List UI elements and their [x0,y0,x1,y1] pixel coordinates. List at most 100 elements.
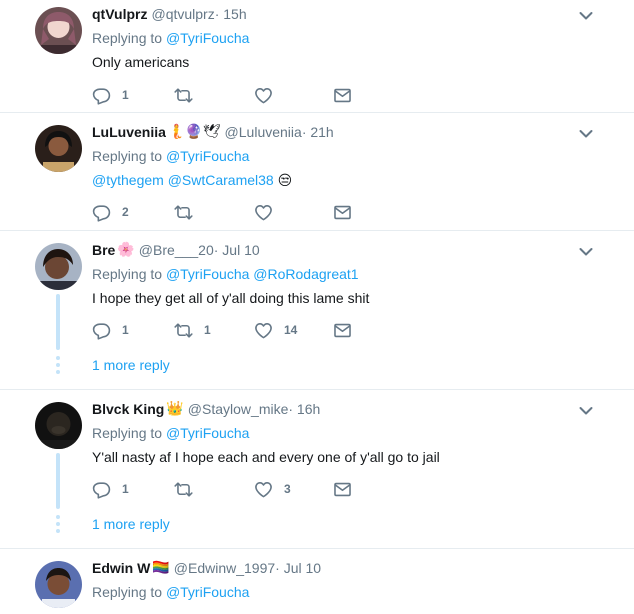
envelope-icon [333,321,352,340]
tweet[interactable]: Blvck King 👑 @Staylow_mike · 16h Replyin… [0,390,634,548]
like-button[interactable] [254,85,284,105]
display-name[interactable]: qtVulprz [92,6,147,22]
user-handle[interactable]: @qtvulprz [151,6,214,22]
tweet-header: Blvck King 👑 @Staylow_mike · 16h [92,400,320,417]
replying-to-link[interactable]: @TyriFoucha [166,425,249,441]
more-replies-link[interactable]: 1 more reply [92,516,170,532]
tweet-text: Y'all nasty af I hope each and every one… [92,449,440,465]
replying-to-link[interactable]: @TyriFoucha [166,148,249,164]
text-emoji: 😒 [277,172,293,188]
name-emoji: 🧜🔮🕊 [167,123,221,139]
timestamp[interactable]: · 15h [215,6,247,22]
thread-line [56,294,60,350]
reply-button[interactable]: 2 [92,202,129,222]
replying-label: Replying to [92,30,163,46]
display-name[interactable]: Edwin W [92,560,150,576]
tweet[interactable]: Bre 🌸 @Bre___20 · Jul 10 Replying to @Ty… [0,231,634,389]
retweet-button[interactable]: 1 [174,320,211,340]
like-button[interactable]: 3 [254,479,291,499]
chevron-down-icon[interactable] [578,244,594,260]
tweet-actions: 1 [92,85,372,105]
chevron-down-icon[interactable] [578,126,594,142]
dm-button[interactable] [333,85,352,105]
heart-icon [254,480,273,499]
like-count: 3 [284,482,291,496]
user-handle[interactable]: @Edwinw_1997 [174,560,275,576]
retweet-icon [174,86,193,105]
chevron-down-icon[interactable] [578,8,594,24]
envelope-icon [333,480,352,499]
reply-count: 1 [122,323,129,337]
avatar[interactable] [35,402,82,449]
replying-label: Replying to [92,584,163,600]
tweet[interactable]: LuLuveniia 🧜🔮🕊 @Luluveniia · 21h Replyin… [0,113,634,230]
user-handle[interactable]: @Staylow_mike [188,401,289,417]
avatar[interactable] [35,243,82,290]
display-name[interactable]: LuLuveniia [92,124,166,140]
avatar[interactable] [35,7,82,54]
thread-dots [56,356,60,377]
like-button[interactable] [254,202,284,222]
tweet-text: I hope they get all of y'all doing this … [92,290,370,306]
retweet-button[interactable] [174,479,204,499]
tweet-header: qtVulprz @qtvulprz · 15h [92,6,247,22]
envelope-icon [333,203,352,222]
retweet-count: 1 [204,323,211,337]
timestamp[interactable]: · Jul 10 [214,242,260,258]
replying-to-link[interactable]: @TyriFoucha [166,30,249,46]
display-name[interactable]: Bre [92,242,115,258]
replying-to-link[interactable]: @TyriFoucha [166,584,249,600]
chevron-down-icon[interactable] [578,403,594,419]
retweet-button[interactable] [174,202,204,222]
user-handle[interactable]: @Bre___20 [139,242,214,258]
thread-line [56,453,60,509]
name-emoji: 👑 [166,400,184,416]
display-name[interactable]: Blvck King [92,401,164,417]
tweet-actions: 1 1 14 [92,320,372,340]
reply-icon [92,321,111,340]
tweet-header: LuLuveniia 🧜🔮🕊 @Luluveniia · 21h [92,123,334,140]
timestamp[interactable]: · 16h [288,401,320,417]
reply-button[interactable]: 1 [92,320,129,340]
reply-count: 1 [122,88,129,102]
replying-to-link[interactable]: @TyriFoucha @RoRodagreat1 [166,266,359,282]
retweet-button[interactable] [174,85,204,105]
tweet-actions: 1 3 [92,479,372,499]
reply-button[interactable]: 1 [92,85,129,105]
dm-button[interactable] [333,202,352,222]
tweet-header: Edwin W 🏳️‍🌈 @Edwinw_1997 · Jul 10 [92,559,321,576]
reply-count: 1 [122,482,129,496]
reply-icon [92,86,111,105]
replying-label: Replying to [92,148,163,164]
tweet[interactable]: Edwin W 🏳️‍🌈 @Edwinw_1997 · Jul 10 Reply… [0,549,634,614]
more-replies-link[interactable]: 1 more reply [92,357,170,373]
reply-button[interactable]: 1 [92,479,129,499]
timestamp[interactable]: · 21h [302,124,334,140]
retweet-icon [174,321,193,340]
heart-icon [254,203,273,222]
heart-icon [254,86,273,105]
replying-to: Replying to @TyriFoucha @RoRodagreat1 [92,266,359,282]
reply-icon [92,203,111,222]
tweet-header: Bre 🌸 @Bre___20 · Jul 10 [92,241,260,258]
heart-icon [254,321,273,340]
dm-button[interactable] [333,320,352,340]
timestamp[interactable]: · Jul 10 [275,560,321,576]
like-count: 14 [284,323,298,337]
replying-to: Replying to @TyriFoucha [92,584,249,600]
avatar[interactable] [35,125,82,172]
tweet-text: Only americans [92,54,190,70]
mention-links[interactable]: @tythegem @SwtCaramel38 [92,172,274,188]
retweet-icon [174,480,193,499]
dm-button[interactable] [333,479,352,499]
user-handle[interactable]: @Luluveniia [225,124,302,140]
retweet-icon [174,203,193,222]
replying-label: Replying to [92,425,163,441]
envelope-icon [333,86,352,105]
replying-to: Replying to @TyriFoucha [92,30,249,46]
avatar[interactable] [35,561,82,608]
like-button[interactable]: 14 [254,320,297,340]
tweet[interactable]: qtVulprz @qtvulprz · 15h Replying to @Ty… [0,0,634,113]
reply-count: 2 [122,205,129,219]
thread-dots [56,515,60,536]
